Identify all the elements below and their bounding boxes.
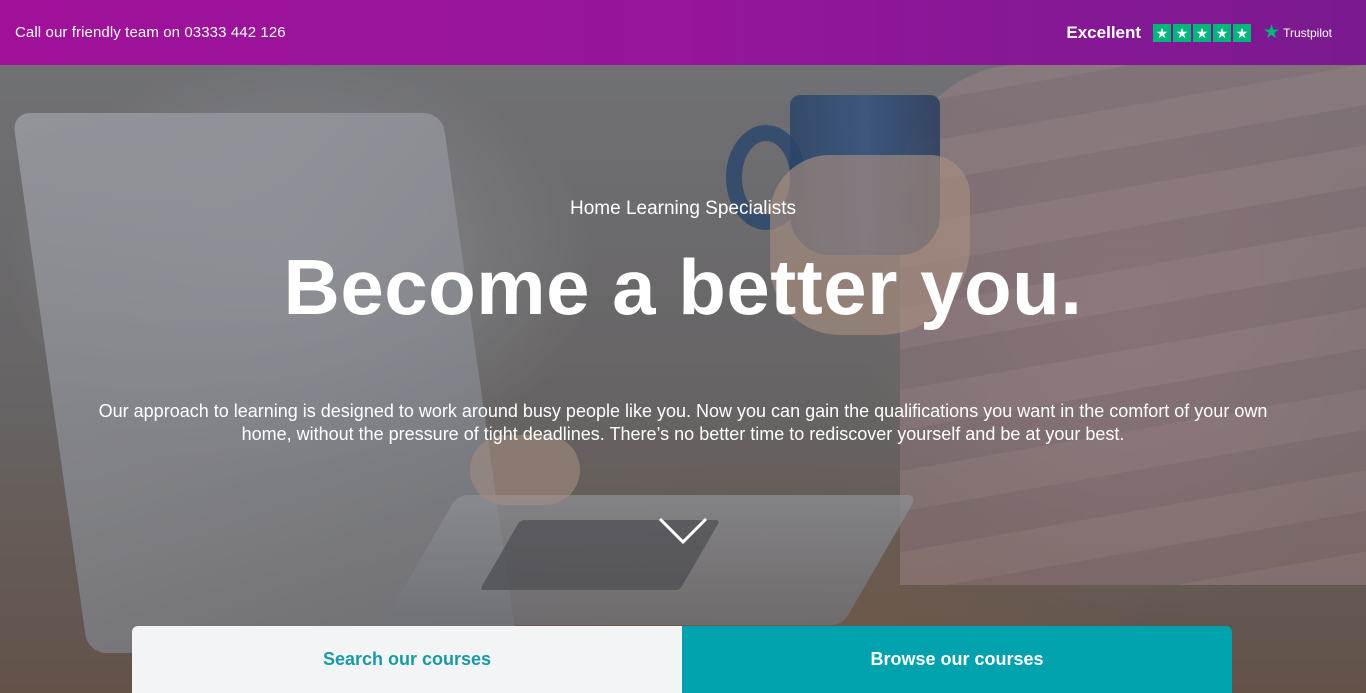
hero-content: Home Learning Specialists Become a bette… bbox=[0, 65, 1366, 693]
hero-headline: Become a better you. bbox=[283, 243, 1083, 331]
star-icon: ★ bbox=[1193, 23, 1212, 42]
trustpilot-star-icon: ★ bbox=[1263, 22, 1281, 43]
trustpilot-logo: ★ Trustpilot bbox=[1263, 23, 1332, 42]
course-actions: Search our courses Browse our courses bbox=[132, 626, 1232, 693]
browse-courses-button[interactable]: Browse our courses bbox=[682, 626, 1232, 693]
star-icon: ★ bbox=[1153, 23, 1172, 42]
chevron-down-icon[interactable] bbox=[658, 517, 708, 545]
star-icon: ★ bbox=[1233, 23, 1252, 42]
hero-section: Home Learning Specialists Become a bette… bbox=[0, 65, 1366, 693]
top-bar: Call our friendly team on 03333 442 126 … bbox=[0, 0, 1366, 65]
search-courses-button[interactable]: Search our courses bbox=[132, 626, 682, 693]
phone-contact-text[interactable]: Call our friendly team on 03333 442 126 bbox=[15, 24, 286, 41]
trustpilot-stars: ★ ★ ★ ★ ★ bbox=[1153, 23, 1252, 42]
star-icon: ★ bbox=[1173, 23, 1192, 42]
trustpilot-widget[interactable]: Excellent ★ ★ ★ ★ ★ ★ Trustpilot bbox=[1066, 23, 1332, 43]
hero-eyebrow: Home Learning Specialists bbox=[569, 198, 796, 219]
hero-subcopy: Our approach to learning is designed to … bbox=[98, 401, 1268, 444]
trustpilot-brand-text: Trustpilot bbox=[1283, 25, 1332, 40]
star-icon: ★ bbox=[1213, 23, 1232, 42]
trustpilot-rating-label: Excellent bbox=[1066, 22, 1142, 42]
